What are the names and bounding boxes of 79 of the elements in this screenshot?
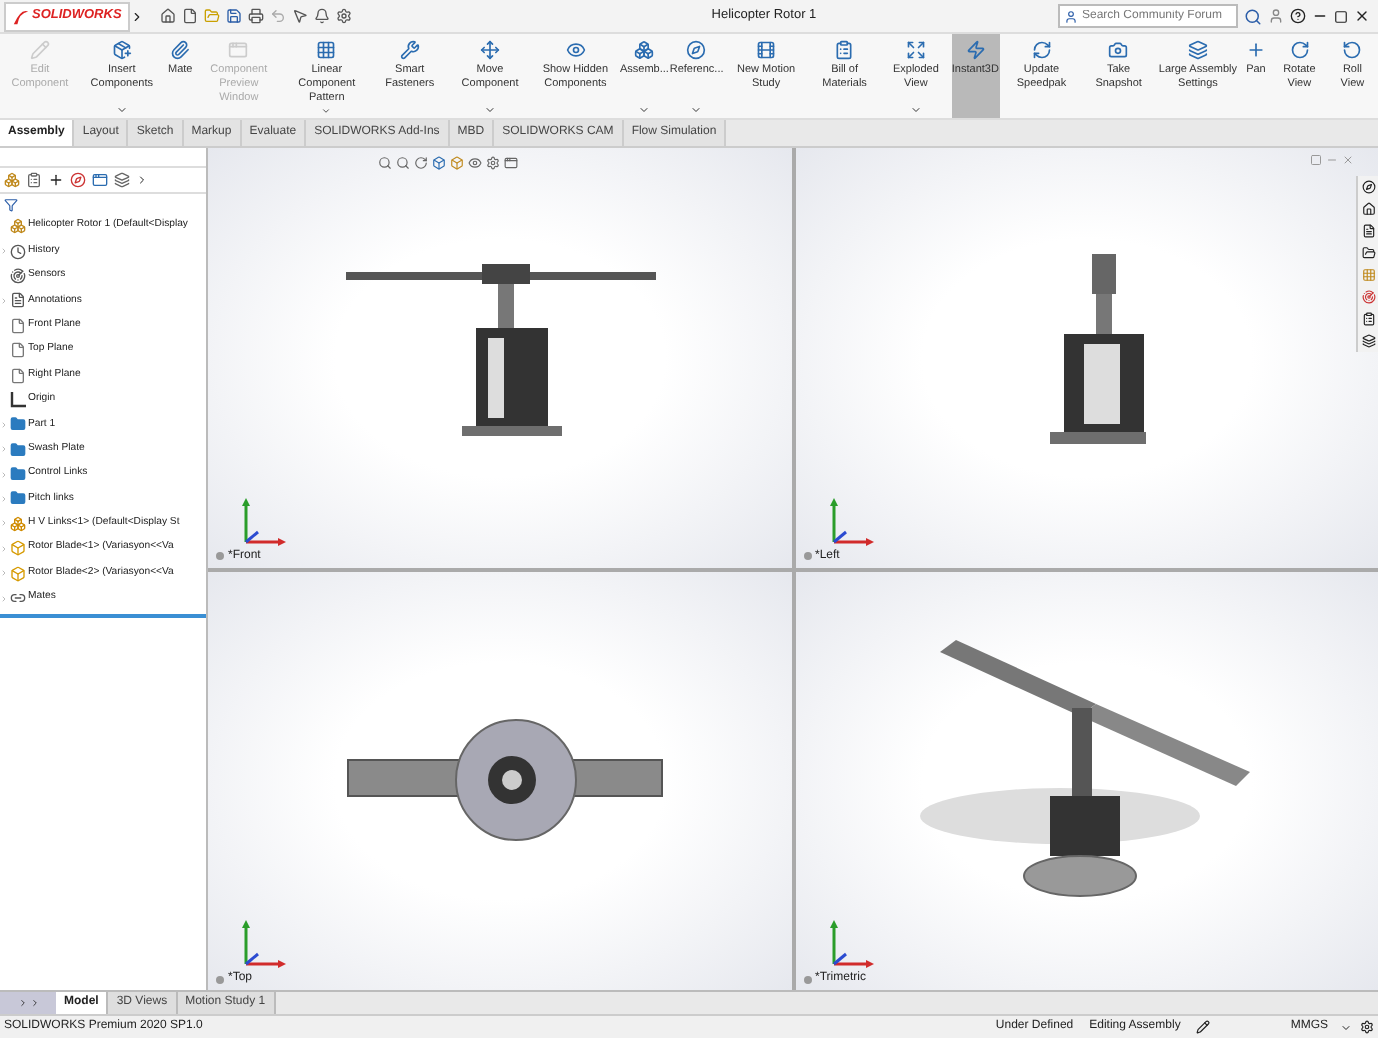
settings-icon[interactable] bbox=[1360, 1020, 1374, 1034]
plane-icon bbox=[10, 317, 26, 334]
axis-triad-icon bbox=[240, 495, 288, 547]
properties-icon[interactable] bbox=[26, 172, 42, 188]
pencil-icon[interactable] bbox=[1196, 1020, 1211, 1034]
sensor-icon bbox=[10, 267, 26, 284]
folder-icon[interactable] bbox=[1361, 246, 1375, 260]
user-icon[interactable] bbox=[1268, 8, 1284, 24]
part-icon bbox=[10, 565, 26, 582]
window-icon bbox=[228, 40, 249, 60]
compass-icon bbox=[686, 40, 707, 60]
next-icon[interactable] bbox=[29, 998, 39, 1008]
annotation-icon bbox=[10, 292, 26, 309]
expand-icon bbox=[905, 40, 926, 60]
zoom-icon[interactable] bbox=[396, 156, 410, 170]
axis-triad-icon bbox=[240, 918, 288, 970]
eye-icon[interactable] bbox=[468, 156, 482, 170]
palette-icon[interactable] bbox=[1361, 268, 1375, 282]
home-icon[interactable] bbox=[159, 8, 176, 24]
first-icon[interactable] bbox=[17, 998, 27, 1008]
ds-logo-icon bbox=[12, 7, 30, 25]
caret-icon[interactable] bbox=[1340, 1021, 1352, 1033]
printer-icon[interactable] bbox=[247, 8, 264, 24]
rotate-icon bbox=[1289, 40, 1310, 60]
part-icon bbox=[10, 540, 26, 557]
pencil-icon bbox=[29, 40, 50, 60]
box-plus-icon bbox=[111, 40, 132, 60]
monitor-icon[interactable] bbox=[504, 156, 518, 170]
rotate-icon bbox=[1342, 40, 1363, 60]
new-file-icon[interactable] bbox=[181, 8, 198, 24]
zoom-icon[interactable] bbox=[378, 156, 392, 170]
mates-icon bbox=[10, 590, 26, 607]
film-icon bbox=[756, 40, 777, 60]
crosshair-icon[interactable] bbox=[48, 172, 64, 188]
rotate-icon[interactable] bbox=[414, 156, 428, 170]
home-icon[interactable] bbox=[1361, 202, 1375, 216]
search-icon[interactable] bbox=[1244, 7, 1262, 25]
library-icon[interactable] bbox=[1361, 224, 1375, 238]
folder-icon bbox=[10, 490, 26, 507]
scroll-right-icon[interactable] bbox=[136, 174, 148, 186]
plane-icon bbox=[10, 367, 26, 384]
axis-triad-icon bbox=[827, 495, 875, 547]
axis-triad-icon bbox=[827, 918, 875, 970]
plus-icon bbox=[1245, 40, 1266, 60]
origin-icon bbox=[10, 391, 26, 408]
boxes-icon bbox=[634, 40, 655, 60]
display-icon[interactable] bbox=[92, 172, 108, 188]
lightning-icon bbox=[965, 40, 986, 60]
help-icon[interactable] bbox=[1290, 8, 1306, 24]
folder-icon bbox=[10, 441, 26, 458]
camera-icon bbox=[1108, 40, 1129, 60]
refresh-icon bbox=[1031, 40, 1052, 60]
clock-icon bbox=[10, 243, 26, 260]
layers-icon[interactable] bbox=[1361, 334, 1375, 348]
paperclip-icon bbox=[170, 40, 191, 60]
folder-icon bbox=[10, 416, 26, 433]
eye-icon bbox=[565, 40, 586, 60]
filter-icon[interactable] bbox=[4, 197, 18, 211]
pointer-icon[interactable] bbox=[291, 8, 308, 24]
people-icon bbox=[1064, 9, 1078, 23]
tile-icon[interactable] bbox=[1310, 154, 1322, 166]
grid-icon bbox=[316, 40, 337, 60]
cube-icon[interactable] bbox=[450, 156, 464, 170]
list-icon[interactable] bbox=[1361, 312, 1375, 326]
settings-icon[interactable] bbox=[335, 8, 352, 24]
plane-icon bbox=[10, 342, 26, 359]
save-icon[interactable] bbox=[225, 8, 242, 24]
assembly-icon bbox=[10, 218, 26, 235]
layers-icon bbox=[1187, 40, 1208, 60]
feature-tree-icon[interactable] bbox=[4, 172, 20, 188]
folder-icon bbox=[10, 466, 26, 483]
close-icon[interactable] bbox=[1354, 8, 1370, 24]
clipboard-icon bbox=[834, 40, 855, 60]
wrench-icon bbox=[399, 40, 420, 60]
restore-icon[interactable] bbox=[1334, 9, 1348, 23]
move-arrows-icon bbox=[480, 40, 501, 60]
assembly-icon bbox=[10, 515, 26, 532]
cube-icon[interactable] bbox=[432, 156, 446, 170]
expand-icon[interactable] bbox=[129, 7, 144, 25]
